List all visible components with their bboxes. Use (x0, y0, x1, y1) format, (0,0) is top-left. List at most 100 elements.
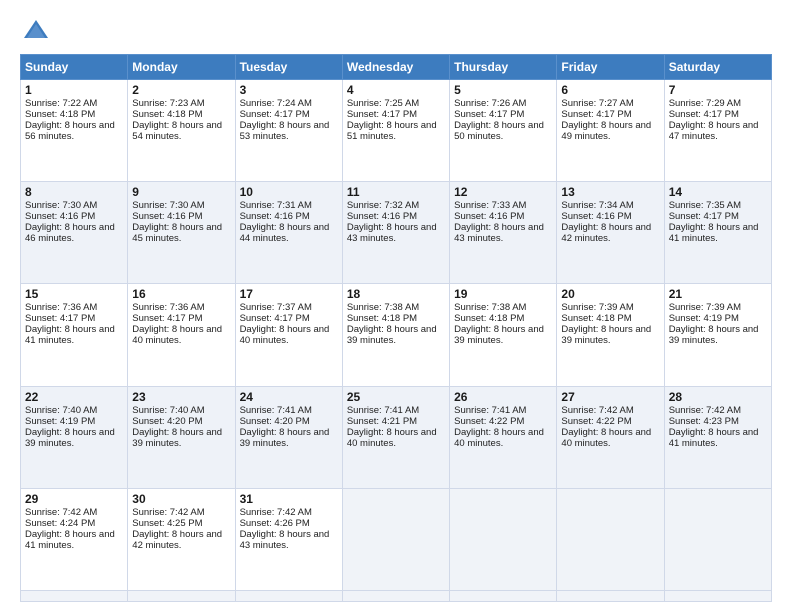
sunrise-label: Sunrise: 7:42 AM (240, 507, 312, 518)
sunset-label: Sunset: 4:25 PM (132, 518, 202, 529)
calendar-cell: 10 Sunrise: 7:31 AM Sunset: 4:16 PM Dayl… (235, 182, 342, 284)
calendar-cell: 16 Sunrise: 7:36 AM Sunset: 4:17 PM Dayl… (128, 284, 235, 386)
sunrise-label: Sunrise: 7:39 AM (561, 302, 633, 313)
daylight-label: Daylight: 8 hours and 53 minutes. (240, 120, 330, 142)
page: SundayMondayTuesdayWednesdayThursdayFrid… (0, 0, 792, 612)
day-number: 5 (454, 83, 552, 97)
day-number: 17 (240, 287, 338, 301)
day-number: 30 (132, 492, 230, 506)
calendar-cell: 11 Sunrise: 7:32 AM Sunset: 4:16 PM Dayl… (342, 182, 449, 284)
calendar-cell: 27 Sunrise: 7:42 AM Sunset: 4:22 PM Dayl… (557, 386, 664, 488)
calendar-cell (342, 488, 449, 590)
daylight-label: Daylight: 8 hours and 40 minutes. (347, 427, 437, 449)
calendar-cell: 21 Sunrise: 7:39 AM Sunset: 4:19 PM Dayl… (664, 284, 771, 386)
calendar-cell: 1 Sunrise: 7:22 AM Sunset: 4:18 PM Dayli… (21, 80, 128, 182)
sunset-label: Sunset: 4:21 PM (347, 416, 417, 427)
calendar-week-row: 8 Sunrise: 7:30 AM Sunset: 4:16 PM Dayli… (21, 182, 772, 284)
sunrise-label: Sunrise: 7:36 AM (25, 302, 97, 313)
day-number: 6 (561, 83, 659, 97)
sunset-label: Sunset: 4:16 PM (240, 211, 310, 222)
day-number: 22 (25, 390, 123, 404)
sunset-label: Sunset: 4:16 PM (347, 211, 417, 222)
calendar-day-header: Tuesday (235, 55, 342, 80)
sunrise-label: Sunrise: 7:41 AM (240, 405, 312, 416)
daylight-label: Daylight: 8 hours and 56 minutes. (25, 120, 115, 142)
day-number: 9 (132, 185, 230, 199)
daylight-label: Daylight: 8 hours and 39 minutes. (132, 427, 222, 449)
day-number: 3 (240, 83, 338, 97)
calendar-cell: 22 Sunrise: 7:40 AM Sunset: 4:19 PM Dayl… (21, 386, 128, 488)
calendar-cell: 31 Sunrise: 7:42 AM Sunset: 4:26 PM Dayl… (235, 488, 342, 590)
sunset-label: Sunset: 4:16 PM (561, 211, 631, 222)
day-number: 23 (132, 390, 230, 404)
calendar-cell: 24 Sunrise: 7:41 AM Sunset: 4:20 PM Dayl… (235, 386, 342, 488)
calendar-table: SundayMondayTuesdayWednesdayThursdayFrid… (20, 54, 772, 602)
sunset-label: Sunset: 4:19 PM (669, 313, 739, 324)
calendar-day-header: Friday (557, 55, 664, 80)
daylight-label: Daylight: 8 hours and 43 minutes. (347, 222, 437, 244)
day-number: 1 (25, 83, 123, 97)
sunrise-label: Sunrise: 7:29 AM (669, 98, 741, 109)
daylight-label: Daylight: 8 hours and 50 minutes. (454, 120, 544, 142)
sunrise-label: Sunrise: 7:31 AM (240, 200, 312, 211)
calendar-cell: 28 Sunrise: 7:42 AM Sunset: 4:23 PM Dayl… (664, 386, 771, 488)
sunset-label: Sunset: 4:18 PM (25, 109, 95, 120)
sunset-label: Sunset: 4:18 PM (132, 109, 202, 120)
day-number: 2 (132, 83, 230, 97)
calendar-cell: 6 Sunrise: 7:27 AM Sunset: 4:17 PM Dayli… (557, 80, 664, 182)
sunrise-label: Sunrise: 7:30 AM (132, 200, 204, 211)
sunrise-label: Sunrise: 7:35 AM (669, 200, 741, 211)
sunset-label: Sunset: 4:16 PM (454, 211, 524, 222)
day-number: 8 (25, 185, 123, 199)
logo-text (20, 16, 50, 44)
calendar-day-header: Monday (128, 55, 235, 80)
calendar-day-header: Sunday (21, 55, 128, 80)
sunset-label: Sunset: 4:17 PM (561, 109, 631, 120)
day-number: 27 (561, 390, 659, 404)
daylight-label: Daylight: 8 hours and 49 minutes. (561, 120, 651, 142)
calendar-cell: 30 Sunrise: 7:42 AM Sunset: 4:25 PM Dayl… (128, 488, 235, 590)
daylight-label: Daylight: 8 hours and 39 minutes. (347, 324, 437, 346)
calendar-cell: 29 Sunrise: 7:42 AM Sunset: 4:24 PM Dayl… (21, 488, 128, 590)
sunset-label: Sunset: 4:23 PM (669, 416, 739, 427)
sunset-label: Sunset: 4:19 PM (25, 416, 95, 427)
sunset-label: Sunset: 4:20 PM (132, 416, 202, 427)
sunset-label: Sunset: 4:24 PM (25, 518, 95, 529)
calendar-day-header: Thursday (450, 55, 557, 80)
sunset-label: Sunset: 4:17 PM (669, 109, 739, 120)
day-number: 13 (561, 185, 659, 199)
sunset-label: Sunset: 4:26 PM (240, 518, 310, 529)
sunrise-label: Sunrise: 7:23 AM (132, 98, 204, 109)
daylight-label: Daylight: 8 hours and 45 minutes. (132, 222, 222, 244)
calendar-cell: 19 Sunrise: 7:38 AM Sunset: 4:18 PM Dayl… (450, 284, 557, 386)
sunrise-label: Sunrise: 7:38 AM (347, 302, 419, 313)
sunrise-label: Sunrise: 7:30 AM (25, 200, 97, 211)
sunrise-label: Sunrise: 7:42 AM (669, 405, 741, 416)
daylight-label: Daylight: 8 hours and 40 minutes. (561, 427, 651, 449)
sunrise-label: Sunrise: 7:25 AM (347, 98, 419, 109)
calendar-cell: 20 Sunrise: 7:39 AM Sunset: 4:18 PM Dayl… (557, 284, 664, 386)
sunset-label: Sunset: 4:22 PM (561, 416, 631, 427)
calendar-week-row: 22 Sunrise: 7:40 AM Sunset: 4:19 PM Dayl… (21, 386, 772, 488)
sunset-label: Sunset: 4:22 PM (454, 416, 524, 427)
daylight-label: Daylight: 8 hours and 43 minutes. (240, 529, 330, 551)
logo-icon (22, 16, 50, 44)
calendar-week-row: 29 Sunrise: 7:42 AM Sunset: 4:24 PM Dayl… (21, 488, 772, 590)
day-number: 7 (669, 83, 767, 97)
day-number: 26 (454, 390, 552, 404)
daylight-label: Daylight: 8 hours and 40 minutes. (132, 324, 222, 346)
daylight-label: Daylight: 8 hours and 40 minutes. (240, 324, 330, 346)
calendar-cell: 4 Sunrise: 7:25 AM Sunset: 4:17 PM Dayli… (342, 80, 449, 182)
sunset-label: Sunset: 4:16 PM (132, 211, 202, 222)
calendar-day-header: Saturday (664, 55, 771, 80)
sunrise-label: Sunrise: 7:26 AM (454, 98, 526, 109)
sunrise-label: Sunrise: 7:24 AM (240, 98, 312, 109)
calendar-cell (235, 591, 342, 602)
sunrise-label: Sunrise: 7:22 AM (25, 98, 97, 109)
daylight-label: Daylight: 8 hours and 39 minutes. (25, 427, 115, 449)
sunrise-label: Sunrise: 7:37 AM (240, 302, 312, 313)
sunrise-label: Sunrise: 7:42 AM (561, 405, 633, 416)
daylight-label: Daylight: 8 hours and 39 minutes. (561, 324, 651, 346)
sunrise-label: Sunrise: 7:39 AM (669, 302, 741, 313)
sunrise-label: Sunrise: 7:42 AM (132, 507, 204, 518)
